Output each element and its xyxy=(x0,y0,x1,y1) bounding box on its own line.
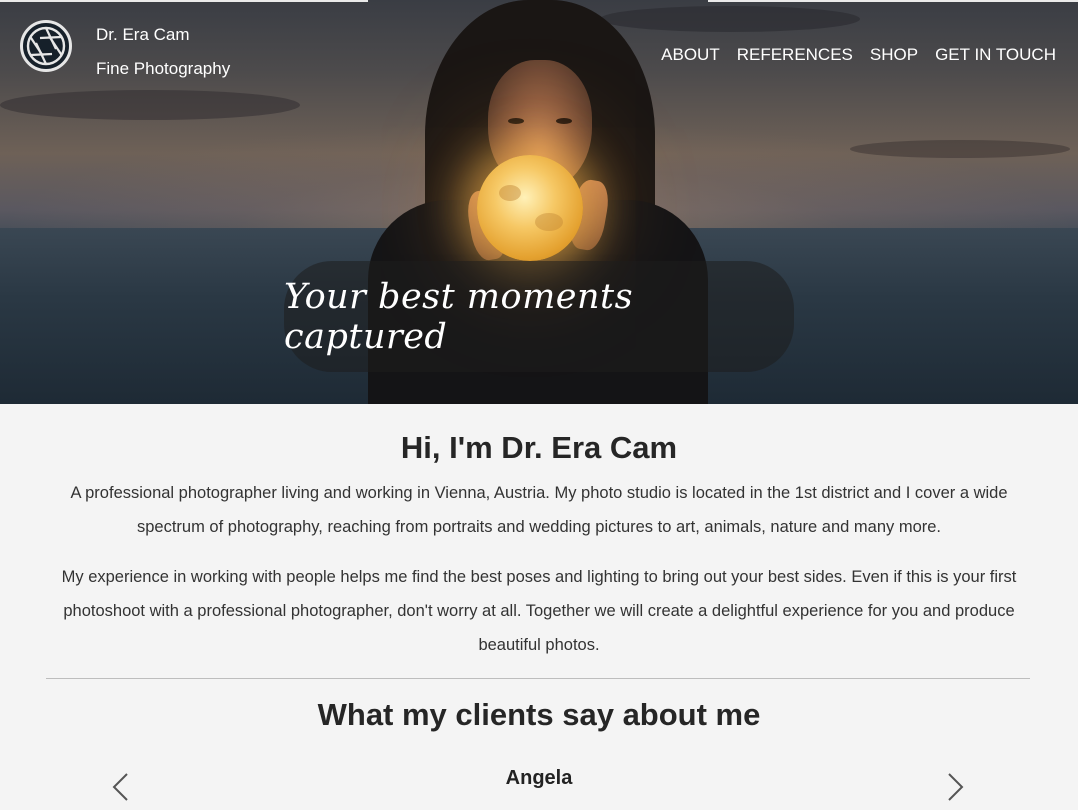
brand-subtitle[interactable]: Fine Photography xyxy=(96,59,230,79)
nav-about[interactable]: ABOUT xyxy=(661,45,720,65)
glowing-moon-lamp xyxy=(477,155,583,261)
about-paragraph-1: A professional photographer living and w… xyxy=(70,484,1008,536)
nav-shop[interactable]: SHOP xyxy=(870,45,918,65)
camera-aperture-icon xyxy=(26,26,66,66)
nav-references[interactable]: REFERENCES xyxy=(737,45,853,65)
brand-name[interactable]: Dr. Era Cam xyxy=(96,25,190,45)
cloud xyxy=(0,90,300,120)
tagline-box: Your best moments captured xyxy=(284,261,794,372)
eye xyxy=(556,118,572,124)
nav-get-in-touch[interactable]: GET IN TOUCH xyxy=(935,45,1056,65)
main-nav: ABOUT REFERENCES SHOP GET IN TOUCH xyxy=(661,45,1056,65)
cloud xyxy=(600,6,860,32)
about-paragraph-2: My experience in working with people hel… xyxy=(61,568,1017,654)
about-title: Hi, I'm Dr. Era Cam xyxy=(400,430,678,465)
testimonial-client-name: Angela xyxy=(505,767,573,789)
cloud xyxy=(850,140,1070,158)
chevron-right-icon xyxy=(948,773,964,801)
section-divider xyxy=(46,678,1030,679)
logo[interactable] xyxy=(20,20,72,72)
hero-tagline: Your best moments captured xyxy=(284,276,634,357)
top-border xyxy=(0,0,368,2)
testimonials-title: What my clients say about me xyxy=(317,697,761,732)
carousel-next-button[interactable] xyxy=(943,770,969,804)
eye xyxy=(508,118,524,124)
top-border xyxy=(708,0,1078,2)
